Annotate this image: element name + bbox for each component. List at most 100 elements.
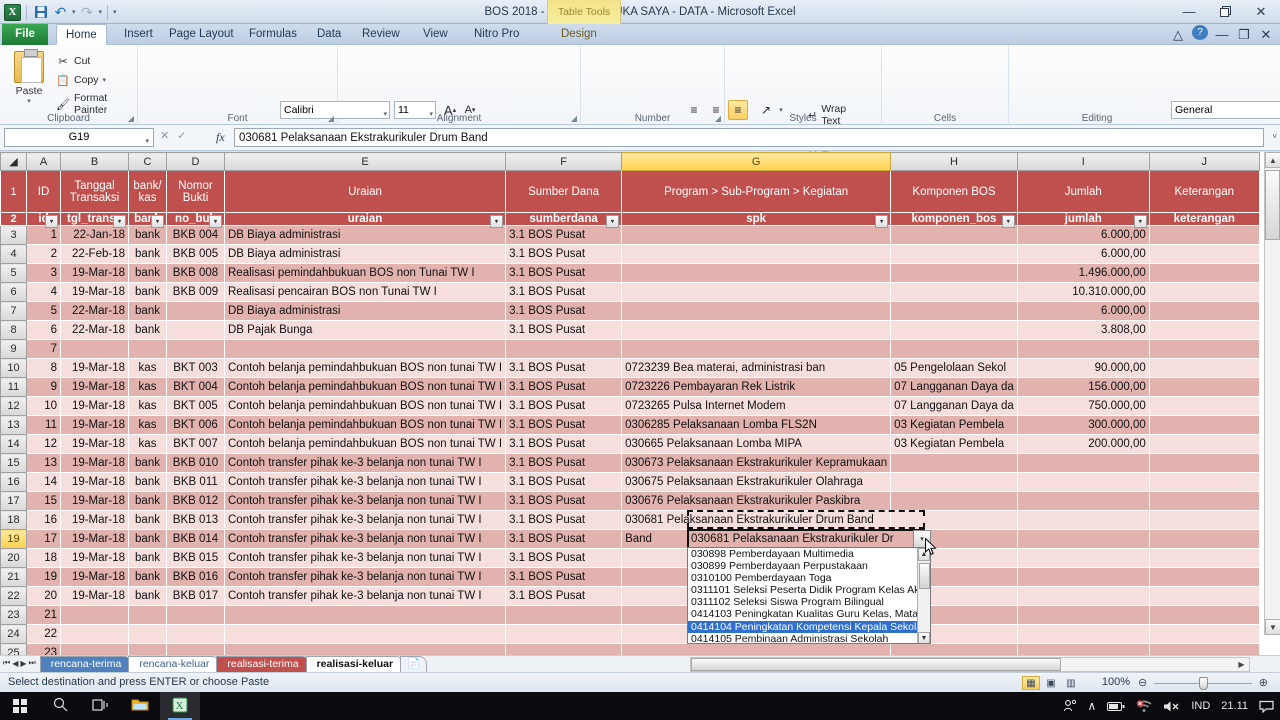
sheet-nav-last-icon[interactable]: ⏭ [29, 658, 36, 668]
cell-id-r11[interactable]: 9 [26, 377, 61, 397]
cell-uraian-r5[interactable]: Realisasi pemindahbukuan BOS non Tunai T… [223, 263, 507, 283]
excel-taskbar-button[interactable]: X [160, 692, 200, 720]
row-header-21[interactable]: 21 [0, 567, 27, 587]
cell-sumber-dana-r18[interactable]: 3.1 BOS Pusat [505, 510, 623, 530]
cell-jumlah-r3[interactable]: 6.000,00 [1016, 225, 1150, 245]
dropdown-item-5[interactable]: 0414103 Peningkatan Kualitas Guru Kelas,… [688, 608, 930, 620]
clock[interactable]: 21.11 [1221, 700, 1248, 712]
cell-uraian-r25[interactable] [223, 643, 507, 655]
number-format-select[interactable]: General ▾ [1171, 101, 1280, 119]
sheet-tab-realisasi-keluar[interactable]: realisasi-keluar [305, 656, 405, 672]
cell-jumlah-r9[interactable] [1016, 339, 1150, 359]
cell-keterangan-r14[interactable] [1148, 434, 1260, 454]
alignment-dialog-launcher-icon[interactable]: ◢ [571, 114, 577, 123]
cell-keterangan-r16[interactable] [1148, 472, 1260, 492]
cell-nomor-bukti-r12[interactable]: BKT 005 [166, 396, 225, 416]
col-header-A[interactable]: A [26, 152, 61, 171]
copy-dropdown-icon[interactable]: ▾ [103, 76, 107, 84]
cell-keterangan-r20[interactable] [1148, 548, 1260, 568]
sheet-nav-first-icon[interactable]: ⏮ [3, 658, 10, 668]
cell-keterangan-r4[interactable] [1148, 244, 1260, 264]
cell-jumlah-r12[interactable]: 750.000,00 [1016, 396, 1150, 416]
cell-sumber-dana-r15[interactable]: 3.1 BOS Pusat [505, 453, 623, 473]
select-all-corner[interactable]: ◢ [0, 152, 27, 171]
cell-komponen-bos-r4[interactable] [890, 244, 1018, 264]
row-header-3[interactable]: 3 [0, 225, 27, 245]
scroll-up-icon[interactable]: ▲ [1265, 152, 1280, 168]
cell-tanggal-r15[interactable]: 19-Mar-18 [60, 453, 129, 473]
cell-spk-r4[interactable] [621, 244, 892, 264]
cell-keterangan-r7[interactable] [1148, 301, 1260, 321]
cell-id-r13[interactable]: 11 [26, 415, 61, 435]
cell-tanggal-r7[interactable]: 22-Mar-18 [60, 301, 129, 321]
cell-sumber-dana-r11[interactable]: 3.1 BOS Pusat [505, 377, 623, 397]
cell-komponen-bos-r8[interactable] [890, 320, 1018, 340]
row-header-5[interactable]: 5 [0, 263, 27, 283]
sheet-nav-next-icon[interactable]: ▶ [20, 659, 26, 668]
cell-uraian-r7[interactable]: DB Biaya administrasi [223, 301, 507, 321]
cell-komponen-bos-r9[interactable] [890, 339, 1018, 359]
cell-id-r4[interactable]: 2 [26, 244, 61, 264]
cell-sumber-dana-r10[interactable]: 3.1 BOS Pusat [505, 358, 623, 378]
zoom-thumb[interactable] [1199, 677, 1208, 690]
cell-bank-kas-r24[interactable] [128, 624, 167, 644]
table-row[interactable]: 7 5 22-Mar-18 bank DB Biaya administrasi 3.1 … [0, 301, 1260, 321]
cell-id-r14[interactable]: 12 [26, 434, 61, 454]
cell-sumber-dana-r16[interactable]: 3.1 BOS Pusat [505, 472, 623, 492]
cell-id-r15[interactable]: 13 [26, 453, 61, 473]
ribbon-collapse-icon[interactable]: △ [1170, 25, 1186, 44]
filter-id-icon[interactable]: ▾ [45, 215, 58, 228]
cell-keterangan-r18[interactable] [1148, 510, 1260, 530]
start-button[interactable] [0, 692, 40, 720]
row-header-11[interactable]: 11 [0, 377, 27, 397]
filter-tgl-icon[interactable]: ▾ [113, 215, 126, 228]
cell-komponen-bos-r16[interactable] [890, 472, 1018, 492]
cell-sumber-dana-r9[interactable] [505, 339, 623, 359]
horizontal-scroll-thumb[interactable] [691, 658, 1061, 671]
view-normal-icon[interactable]: ▦ [1022, 676, 1040, 690]
dropdown-item-3[interactable]: 0311101 Seleksi Peserta Didik Program Ke… [688, 584, 930, 596]
row-header-25[interactable]: 25 [0, 643, 27, 655]
people-icon[interactable] [1063, 699, 1077, 713]
filter-bank-icon[interactable]: ▾ [151, 215, 164, 228]
row-header-17[interactable]: 17 [0, 491, 27, 511]
dropdown-scroll-thumb[interactable] [919, 563, 930, 589]
cell-bank-kas-r16[interactable]: bank [128, 472, 167, 492]
tab-file[interactable]: File [2, 24, 48, 45]
cell-uraian-r9[interactable] [223, 339, 507, 359]
table-row[interactable]: 10 8 19-Mar-18 kas BKT 003 Contoh belanja pem… [0, 358, 1260, 378]
cell-nomor-bukti-r11[interactable]: BKT 004 [166, 377, 225, 397]
cell-sumber-dana-r17[interactable]: 3.1 BOS Pusat [505, 491, 623, 511]
cell-jumlah-r8[interactable]: 3.808,00 [1016, 320, 1150, 340]
cell-keterangan-r10[interactable] [1148, 358, 1260, 378]
cell-id-r22[interactable]: 20 [26, 586, 61, 606]
row-header-9[interactable]: 9 [0, 339, 27, 359]
cell-komponen-bos-r10[interactable]: 05 Pengelolaan Sekol [890, 358, 1018, 378]
cell-nomor-bukti-r3[interactable]: BKB 004 [166, 225, 225, 245]
cell-tanggal-r10[interactable]: 19-Mar-18 [60, 358, 129, 378]
cell-bank-kas-r17[interactable]: bank [128, 491, 167, 511]
tab-review[interactable]: Review [353, 24, 409, 45]
active-cell-g19[interactable]: 030681 Pelaksanaan Ekstrakurikuler Dr [687, 529, 925, 549]
row-header-6[interactable]: 6 [0, 282, 27, 302]
cell-sumber-dana-r19[interactable]: 3.1 BOS Pusat [505, 529, 623, 549]
cell-nomor-bukti-r20[interactable]: BKB 015 [166, 548, 225, 568]
cell-tanggal-r25[interactable] [60, 643, 129, 655]
cell-id-r20[interactable]: 18 [26, 548, 61, 568]
cell-spk-r3[interactable] [621, 225, 892, 245]
cell-spk-r7[interactable] [621, 301, 892, 321]
cell-keterangan-r25[interactable] [1148, 643, 1260, 655]
cell-tanggal-r13[interactable]: 19-Mar-18 [60, 415, 129, 435]
doc-close-button[interactable]: ✕ [1258, 25, 1274, 44]
cell-id-r25[interactable]: 23 [26, 643, 61, 655]
cell-sumber-dana-r3[interactable]: 3.1 BOS Pusat [505, 225, 623, 245]
cell-spk-r5[interactable] [621, 263, 892, 283]
cell-id-r24[interactable]: 22 [26, 624, 61, 644]
cell-jumlah-r22[interactable] [1016, 586, 1150, 606]
cell-tanggal-r5[interactable]: 19-Mar-18 [60, 263, 129, 283]
cell-uraian-r13[interactable]: Contoh belanja pemindahbukuan BOS non tu… [223, 415, 507, 435]
cell-uraian-r18[interactable]: Contoh transfer pihak ke-3 belanja non t… [223, 510, 507, 530]
cell-bank-kas-r25[interactable] [128, 643, 167, 655]
cell-tanggal-r14[interactable]: 19-Mar-18 [60, 434, 129, 454]
table-row[interactable]: 3 1 22-Jan-18 bank BKB 004 DB Biaya administr… [0, 225, 1260, 245]
